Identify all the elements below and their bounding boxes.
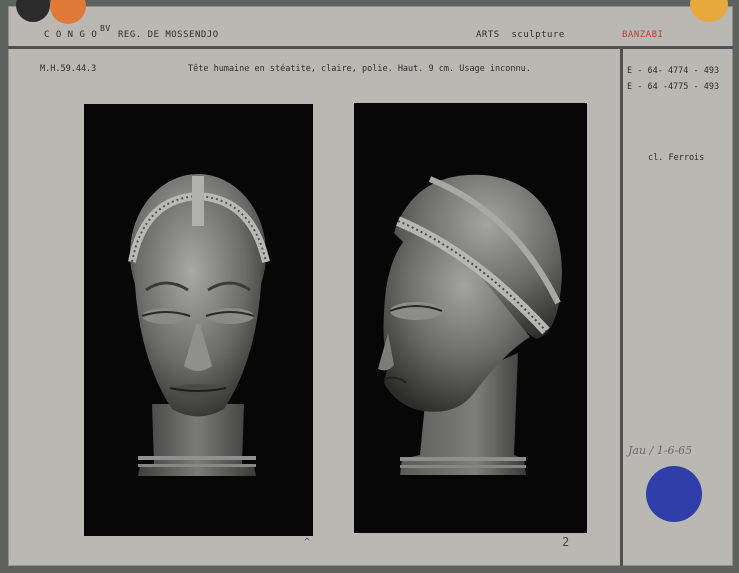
photo-2-label: 2 xyxy=(562,535,570,549)
handwritten-date: Jau / 1-6-65 xyxy=(628,444,693,457)
reference-2: E - 64 -4775 - 493 xyxy=(627,82,720,92)
reference-1: E - 64- 4774 - 493 xyxy=(627,66,720,76)
column-divider xyxy=(620,49,623,566)
header-group: BANZABI xyxy=(622,30,664,40)
photographer-credit: cl. Ferrois xyxy=(648,153,705,163)
photo-front-view xyxy=(84,104,313,536)
photo-1-label: ^ xyxy=(304,537,311,548)
header-divider xyxy=(8,46,733,49)
header-category: ARTS sculpture xyxy=(476,30,565,40)
sculpture-front-image xyxy=(128,174,270,476)
sculpture-profile-image xyxy=(378,174,562,475)
header-country: C O N G O xyxy=(44,30,98,40)
blue-dot xyxy=(646,466,702,522)
inventory-number: M.H.59.44.3 xyxy=(40,64,97,74)
description: Tête humaine en stéatite, claire, polie.… xyxy=(188,64,531,74)
photo-profile-view xyxy=(354,103,587,533)
header-region: REG. DE MOSSENDJO xyxy=(118,30,219,40)
header-country-suffix: BV xyxy=(100,24,111,33)
